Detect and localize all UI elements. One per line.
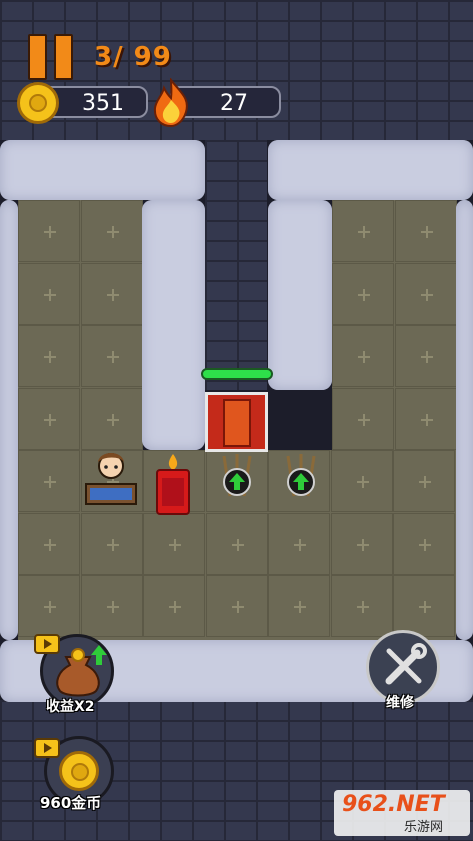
floor-tile[interactable] — [143, 575, 205, 637]
pause-bar-left — [28, 34, 47, 80]
character-in-bed[interactable] — [84, 444, 138, 508]
gold-coin-stack-icon — [59, 751, 99, 791]
red-candle[interactable] — [152, 452, 194, 516]
free-coins-label: 960金币 — [40, 794, 102, 812]
floor-tile[interactable] — [332, 325, 394, 387]
floor-tile[interactable] — [18, 575, 80, 637]
door-health-bar — [201, 368, 273, 380]
video-ad-icon-2 — [34, 738, 60, 758]
floor-tile[interactable] — [394, 200, 457, 262]
floor-tile[interactable] — [80, 512, 143, 575]
red-door[interactable] — [205, 392, 268, 452]
gold-coin-icon — [17, 82, 59, 124]
floor-tile[interactable] — [330, 575, 393, 637]
repair-label: 维修 — [386, 695, 414, 711]
floor-tile[interactable] — [268, 575, 330, 637]
fog-top-left — [0, 140, 205, 200]
floor-tile[interactable] — [80, 575, 143, 637]
video-ad-icon — [34, 634, 60, 654]
watermark: 962.NET 乐游网 — [334, 790, 470, 836]
floor-tile[interactable] — [330, 512, 393, 575]
floor-tile[interactable] — [18, 325, 80, 387]
stone-corridor — [205, 140, 267, 390]
floor-tile[interactable] — [268, 512, 330, 575]
floor-tile[interactable] — [394, 325, 457, 387]
pause-bar-right — [54, 34, 73, 80]
floor-tile[interactable] — [80, 262, 143, 325]
fog-edge-right — [456, 200, 473, 640]
floor-tile[interactable] — [80, 200, 143, 262]
floor-tile[interactable] — [80, 387, 143, 450]
floor-tile[interactable] — [394, 262, 457, 325]
floor-tile[interactable] — [394, 387, 457, 450]
level-counter: 3/ 99 — [94, 42, 172, 72]
wrench-screwdriver-icon — [385, 643, 427, 685]
floor-tile[interactable] — [18, 450, 80, 512]
fog-right-column — [268, 200, 332, 390]
pause-button[interactable] — [28, 34, 73, 80]
floor-tile[interactable] — [332, 200, 394, 262]
fire-icon — [153, 78, 188, 128]
floor-tile[interactable] — [393, 575, 455, 637]
floor-tile[interactable] — [80, 325, 143, 387]
coin-count: 351 — [82, 91, 124, 116]
floor-tile[interactable] — [18, 262, 80, 325]
floor-tile[interactable] — [330, 450, 393, 512]
fog-edge-left — [0, 200, 18, 640]
floor-tile[interactable] — [18, 512, 80, 575]
firework-turret-2[interactable] — [278, 452, 324, 504]
firework-turret-1[interactable] — [214, 452, 260, 504]
green-up-arrow-icon — [91, 645, 107, 665]
fire-count: 27 — [220, 91, 248, 116]
watermark-subtext: 乐游网 — [404, 820, 444, 835]
income-x2-label: 收益X2 — [46, 699, 95, 715]
floor-tile[interactable] — [393, 512, 455, 575]
floor-tile[interactable] — [205, 575, 268, 637]
floor-tile[interactable] — [143, 512, 205, 575]
fog-top-right — [268, 140, 473, 200]
watermark-text: 962.NET — [342, 792, 445, 817]
floor-tile[interactable] — [332, 262, 394, 325]
floor-tile[interactable] — [332, 387, 394, 450]
floor-tile[interactable] — [18, 387, 80, 450]
floor-tile[interactable] — [393, 450, 455, 512]
floor-tile[interactable] — [205, 512, 268, 575]
fog-left-column — [142, 200, 205, 450]
floor-tile[interactable] — [18, 200, 80, 262]
